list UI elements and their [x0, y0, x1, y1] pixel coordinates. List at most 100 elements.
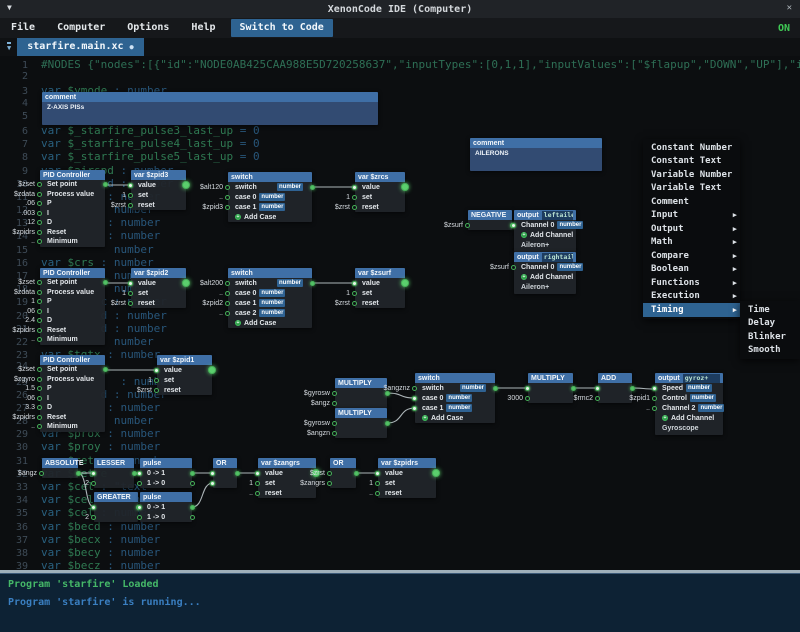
- node-header[interactable]: ADD: [598, 373, 632, 383]
- menu-item-functions[interactable]: Functions▶: [643, 276, 740, 290]
- node-var-zangrs[interactable]: var $zangrsvalue1set..reset: [258, 458, 316, 498]
- menu-item-compare[interactable]: Compare▶: [643, 249, 740, 263]
- output-pin[interactable]: [190, 471, 195, 476]
- input-value-label[interactable]: $zrst: [137, 387, 152, 394]
- input-pin[interactable]: [210, 471, 215, 476]
- input-value-label[interactable]: ..: [249, 490, 253, 497]
- value-field[interactable]: number: [277, 279, 303, 287]
- input-value-label[interactable]: 1: [122, 290, 126, 297]
- value-field[interactable]: number: [259, 289, 285, 297]
- add-label[interactable]: Add Channel: [530, 232, 573, 239]
- value-field[interactable]: number: [277, 183, 303, 191]
- input-value-label[interactable]: 3000: [507, 395, 523, 402]
- add-label[interactable]: Add Channel: [671, 415, 714, 422]
- input-pin[interactable]: [375, 481, 380, 486]
- node-name-field[interactable]: gyroz+: [683, 374, 720, 383]
- node-name-field[interactable]: rightailero: [542, 253, 573, 262]
- input-pin[interactable]: [128, 281, 133, 286]
- input-pin[interactable]: [128, 193, 133, 198]
- input-value-label[interactable]: .12: [25, 219, 35, 226]
- output-pin[interactable]: [432, 469, 440, 477]
- node-lesser[interactable]: LESSER2: [94, 458, 134, 488]
- input-value-label[interactable]: $zpidrs: [12, 229, 35, 236]
- input-value-label[interactable]: $zpid3: [202, 204, 223, 211]
- switch-to-code-button[interactable]: Switch to Code: [231, 19, 333, 37]
- input-value-label[interactable]: $zrst: [310, 470, 325, 477]
- input-value-label[interactable]: $zrst: [111, 300, 126, 307]
- node-header[interactable]: pulse: [140, 492, 192, 502]
- power-status-badge[interactable]: ON: [778, 23, 790, 34]
- input-pin[interactable]: [525, 396, 530, 401]
- input-value-label[interactable]: 1.5: [25, 385, 35, 392]
- node-header[interactable]: switch: [228, 172, 312, 182]
- input-pin[interactable]: [137, 515, 142, 520]
- node-header[interactable]: switch: [228, 268, 312, 278]
- input-pin[interactable]: [210, 481, 215, 486]
- input-pin[interactable]: [37, 280, 42, 285]
- input-pin[interactable]: [375, 471, 380, 476]
- input-pin[interactable]: [37, 239, 42, 244]
- value-field[interactable]: number: [557, 263, 583, 271]
- node-comment-ailerons[interactable]: commentAILERONS: [470, 138, 602, 171]
- input-pin[interactable]: [154, 378, 159, 383]
- input-pin[interactable]: [37, 415, 42, 420]
- input-value-label[interactable]: $alt120: [200, 184, 223, 191]
- add-icon[interactable]: +: [521, 274, 527, 280]
- node-header[interactable]: OR: [330, 458, 356, 468]
- input-value-label[interactable]: 2: [85, 514, 89, 521]
- node-add-1[interactable]: ADD$rmc2: [598, 373, 632, 403]
- input-pin[interactable]: [128, 301, 133, 306]
- input-pin[interactable]: [37, 337, 42, 342]
- node-output-rightaileron[interactable]: outputrightailero$zsurfChannel 0number+A…: [514, 252, 576, 294]
- input-pin[interactable]: [91, 515, 96, 520]
- comment-header[interactable]: comment: [470, 138, 602, 148]
- input-pin[interactable]: [652, 406, 657, 411]
- menu-item-timing[interactable]: Timing▶: [643, 303, 740, 317]
- menu-item-file[interactable]: File: [0, 18, 46, 38]
- input-pin[interactable]: [137, 481, 142, 486]
- input-value-label[interactable]: ..: [219, 310, 223, 317]
- input-pin[interactable]: [225, 301, 230, 306]
- input-value-label[interactable]: 1: [122, 192, 126, 199]
- input-value-label[interactable]: $zpidrs: [12, 327, 35, 334]
- input-pin[interactable]: [37, 405, 42, 410]
- input-value-label[interactable]: .06: [25, 308, 35, 315]
- add-label[interactable]: Add Case: [244, 320, 276, 327]
- node-header[interactable]: var $zpid3: [131, 170, 186, 180]
- input-pin[interactable]: [91, 481, 96, 486]
- input-pin[interactable]: [154, 388, 159, 393]
- node-var-zpidrs[interactable]: var $zpidrsvalue1set..reset: [378, 458, 436, 498]
- input-pin[interactable]: [37, 377, 42, 382]
- output-pin[interactable]: [401, 279, 409, 287]
- input-value-label[interactable]: $angzn: [307, 430, 330, 437]
- input-value-label[interactable]: ..: [31, 423, 35, 430]
- input-pin[interactable]: [225, 185, 230, 190]
- output-pin[interactable]: [571, 386, 576, 391]
- input-value-label[interactable]: $angz: [311, 400, 330, 407]
- node-comment-z-axis[interactable]: commentZ-AXIS PISs: [42, 92, 378, 125]
- node-switch-2[interactable]: switch$alt200switchnumber..case 0number$…: [228, 268, 312, 328]
- node-header[interactable]: GREATER: [94, 492, 138, 502]
- input-value-label[interactable]: $alt200: [200, 280, 223, 287]
- node-switch-1[interactable]: switch$alt120switchnumber..case 0number$…: [228, 172, 312, 222]
- output-pin[interactable]: [190, 515, 195, 520]
- input-pin[interactable]: [511, 265, 516, 270]
- input-value-label[interactable]: 3.3: [25, 404, 35, 411]
- value-field[interactable]: number: [446, 394, 472, 402]
- menu-item-comment[interactable]: Comment: [643, 195, 740, 209]
- menu-item-help[interactable]: Help: [180, 18, 226, 38]
- add-icon[interactable]: +: [521, 232, 527, 238]
- node-var-zsurf[interactable]: var $zsurfvalue1set$zrstreset: [355, 268, 405, 308]
- comment-body[interactable]: Z-AXIS PISs: [42, 102, 378, 125]
- input-value-label[interactable]: ..: [219, 194, 223, 201]
- node-header[interactable]: PID Controller: [40, 268, 105, 278]
- output-pin[interactable]: [630, 386, 635, 391]
- input-pin[interactable]: [332, 431, 337, 436]
- node-pulse-1[interactable]: pulse0 -> 11 -> 0: [140, 458, 192, 488]
- close-icon[interactable]: ✕: [787, 3, 792, 14]
- output-pin[interactable]: [190, 481, 195, 486]
- comment-body[interactable]: AILERONS: [470, 148, 602, 171]
- input-pin[interactable]: [37, 424, 42, 429]
- node-header[interactable]: PID Controller: [40, 355, 105, 365]
- value-field[interactable]: number: [259, 203, 285, 211]
